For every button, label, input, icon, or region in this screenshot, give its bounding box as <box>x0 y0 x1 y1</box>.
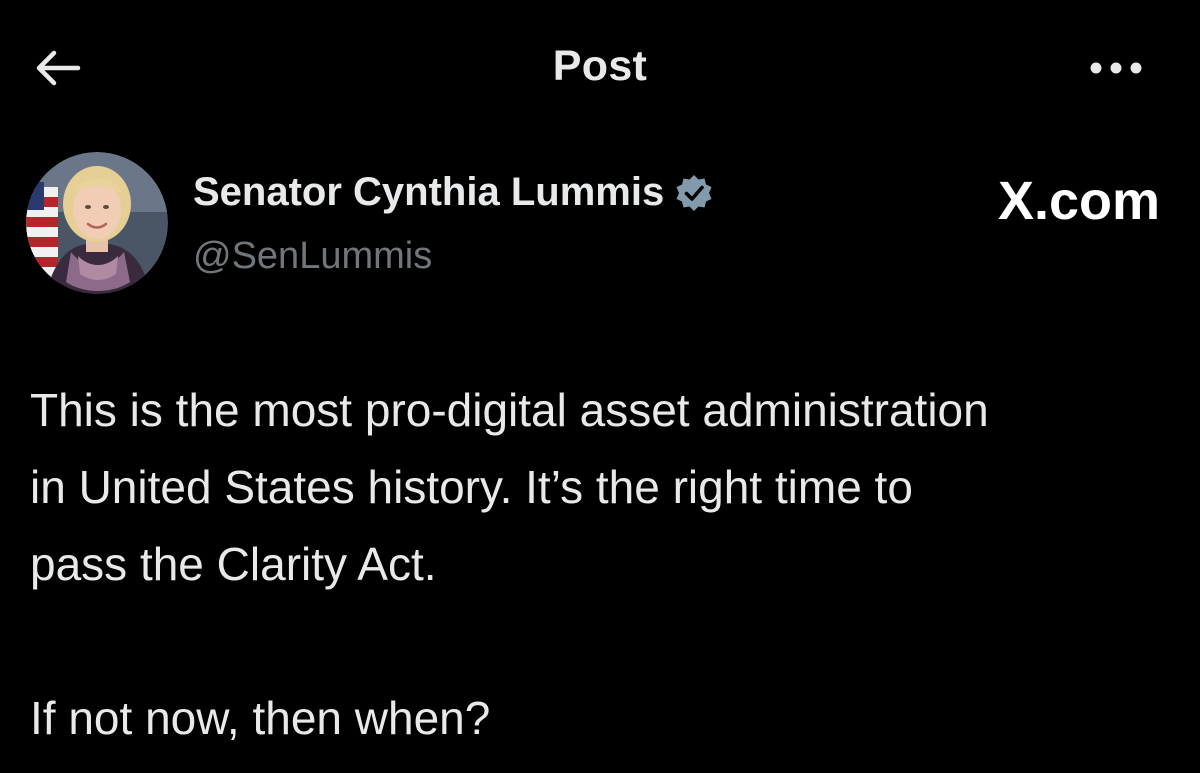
paragraph-break <box>30 603 1180 680</box>
avatar[interactable] <box>26 152 168 294</box>
post-text-line: pass the Clarity Act. <box>30 538 437 590</box>
more-horizontal-icon <box>1090 62 1142 74</box>
top-app-bar: Post <box>0 0 1200 130</box>
x-com-watermark: X.com <box>940 170 1160 232</box>
more-options-button[interactable] <box>1080 46 1152 90</box>
page-title: Post <box>552 42 648 90</box>
verified-badge-icon <box>676 174 712 211</box>
post-text-line: If not now, then when? <box>30 692 491 744</box>
post-text-line: in United States history. It’s the right… <box>30 461 913 513</box>
watermark-text: X.com <box>997 171 1160 231</box>
author-handle[interactable]: @SenLummis <box>193 235 432 278</box>
profile-photo-icon <box>26 152 168 294</box>
post-text: This is the most pro-digital asset admin… <box>30 372 1180 757</box>
author-name-link[interactable]: Senator Cynthia Lummis <box>193 170 714 215</box>
post-text-line: This is the most pro-digital asset admin… <box>30 384 989 436</box>
author-name: Senator Cynthia Lummis <box>193 170 665 214</box>
post-header: Senator Cynthia Lummis @SenLummis X.com <box>0 140 1200 310</box>
